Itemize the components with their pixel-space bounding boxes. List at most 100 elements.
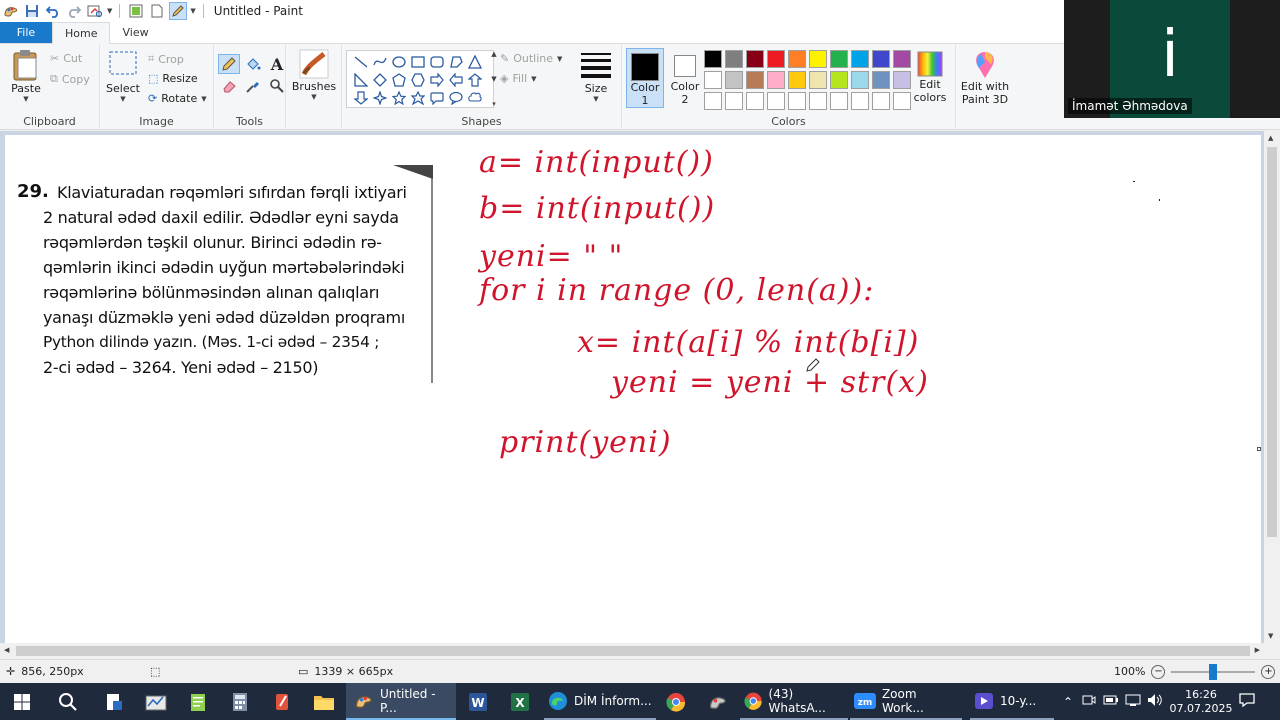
zoom-in-icon[interactable]: + <box>1261 664 1276 679</box>
palette-color-swatch[interactable] <box>893 50 911 68</box>
save-icon[interactable] <box>23 2 41 20</box>
pencil-tool-icon[interactable] <box>218 54 240 74</box>
canvas-resize-handle[interactable] <box>1257 447 1261 451</box>
taskbar-zoom-app[interactable]: zm Zoom Work... <box>850 683 962 720</box>
network-icon[interactable] <box>1122 693 1144 710</box>
palette-color-swatch[interactable] <box>746 92 764 110</box>
chevron-up-icon[interactable]: ▲ <box>1268 134 1273 142</box>
notepad-icon[interactable] <box>178 683 218 720</box>
palette-color-swatch[interactable] <box>746 71 764 89</box>
chrome-icon[interactable] <box>656 683 696 720</box>
cut-button[interactable]: ✂ Cut <box>50 52 82 65</box>
folder-icon[interactable] <box>304 683 344 720</box>
palette-color-swatch[interactable] <box>788 71 806 89</box>
triangle-shape-icon[interactable] <box>465 53 484 71</box>
horizontal-scrollbar[interactable]: ◀ ▶ <box>0 643 1264 659</box>
chevron-down-icon[interactable]: ▼ <box>1268 632 1273 640</box>
tab-home[interactable]: Home <box>52 22 111 44</box>
rounded-callout-icon[interactable] <box>427 89 446 107</box>
magnifier-icon[interactable] <box>266 76 288 96</box>
down-arrow-shape-icon[interactable] <box>351 89 370 107</box>
fill-button[interactable]: ◈ Fill ▼ <box>500 72 537 85</box>
vertical-scrollbar[interactable]: ▲ ▼ <box>1264 131 1280 643</box>
chevron-down-icon[interactable]: ▼ <box>107 7 112 15</box>
clock[interactable]: 16:26 07.07.2025 <box>1170 688 1233 716</box>
paste-button[interactable]: Paste ▼ <box>8 48 44 103</box>
size-button[interactable]: Size ▼ <box>576 50 616 103</box>
word-icon[interactable]: W <box>458 683 498 720</box>
palette-color-swatch[interactable] <box>788 50 806 68</box>
notification-icon[interactable] <box>1232 693 1262 710</box>
rotate-button[interactable]: ⟳ Rotate ▼ <box>148 92 207 105</box>
palette-color-swatch[interactable] <box>830 71 848 89</box>
palette-color-swatch[interactable] <box>830 92 848 110</box>
edit-colors-button[interactable]: Edit colors <box>912 50 948 104</box>
properties-icon[interactable] <box>127 2 145 20</box>
taskbar-edge-app[interactable]: DİM İnform... <box>544 683 656 720</box>
palette-color-swatch[interactable] <box>725 71 743 89</box>
zoom-out-icon[interactable]: − <box>1151 664 1166 679</box>
palette-color-swatch[interactable] <box>872 50 890 68</box>
palette-color-swatch[interactable] <box>872 92 890 110</box>
undo-icon[interactable] <box>44 2 62 20</box>
new-page-icon[interactable] <box>148 2 166 20</box>
color2-button[interactable]: Color 2 <box>666 48 704 108</box>
palette-color-swatch[interactable] <box>704 92 722 110</box>
chevron-up-icon[interactable]: ⌃ <box>1058 695 1078 709</box>
six-point-star-icon[interactable] <box>408 89 427 107</box>
excel-icon[interactable]: X <box>500 683 540 720</box>
palette-color-swatch[interactable] <box>767 71 785 89</box>
crop-button[interactable]: ⌗ Crop <box>148 52 184 66</box>
diamond-shape-icon[interactable] <box>370 71 389 89</box>
pentagon-shape-icon[interactable] <box>389 71 408 89</box>
copy-button[interactable]: ⧉ Copy <box>50 72 90 86</box>
palette-color-swatch[interactable] <box>851 92 869 110</box>
taskbar-whatsapp-app[interactable]: (43) WhatsA... <box>740 683 848 720</box>
right-arrow-shape-icon[interactable] <box>427 71 446 89</box>
left-arrow-shape-icon[interactable] <box>446 71 465 89</box>
color1-button[interactable]: Color 1 <box>626 48 664 108</box>
hexagon-shape-icon[interactable] <box>408 71 427 89</box>
meet-now-icon[interactable] <box>1078 693 1100 710</box>
palette-color-swatch[interactable] <box>809 50 827 68</box>
drawing-canvas[interactable]: 29. Klaviaturadan rəqəmləri sıfırdan fər… <box>5 135 1261 643</box>
taskbar-paint-app[interactable]: Untitled - P... <box>346 683 456 720</box>
eraser-icon[interactable] <box>218 76 240 96</box>
palette-color-swatch[interactable] <box>809 71 827 89</box>
text-tool-icon[interactable]: A <box>266 54 288 74</box>
palette-color-swatch[interactable] <box>851 50 869 68</box>
chevron-right-icon[interactable]: ▶ <box>1255 646 1260 654</box>
expand-gallery-icon[interactable]: ▾ <box>492 100 496 108</box>
tab-file[interactable]: File <box>0 22 52 43</box>
palette-color-swatch[interactable] <box>893 92 911 110</box>
five-point-star-icon[interactable] <box>389 89 408 107</box>
shapes-scroll[interactable]: ▲ ▼ ▾ <box>488 50 500 108</box>
color-picker-icon[interactable] <box>242 76 264 96</box>
customize-qat-icon[interactable]: ▼ <box>190 7 195 15</box>
zoom-slider[interactable] <box>1171 663 1256 680</box>
chevron-left-icon[interactable]: ◀ <box>4 646 9 654</box>
redo-icon[interactable] <box>65 2 83 20</box>
up-arrow-shape-icon[interactable] <box>465 71 484 89</box>
oval-callout-icon[interactable] <box>446 89 465 107</box>
rectangle-shape-icon[interactable] <box>408 53 427 71</box>
volume-icon[interactable] <box>1144 693 1166 710</box>
select-button[interactable]: Select ▼ <box>106 50 140 103</box>
palette-color-swatch[interactable] <box>704 50 722 68</box>
horizontal-scroll-thumb[interactable] <box>16 646 1250 656</box>
palette-color-swatch[interactable] <box>893 71 911 89</box>
palette-color-swatch[interactable] <box>872 71 890 89</box>
paint-app-icon[interactable] <box>2 2 20 20</box>
file-manager-icon[interactable] <box>94 683 134 720</box>
oval-shape-icon[interactable] <box>389 53 408 71</box>
windows-start-icon[interactable] <box>0 683 44 720</box>
polygon-shape-icon[interactable] <box>446 53 465 71</box>
palette-color-swatch[interactable] <box>851 71 869 89</box>
cloud-callout-icon[interactable] <box>465 89 484 107</box>
palette-color-swatch[interactable] <box>809 92 827 110</box>
edit-with-paint3d-button[interactable]: Edit with Paint 3D <box>958 50 1012 106</box>
paint-brush-app-icon[interactable] <box>698 683 738 720</box>
brushes-button[interactable]: Brushes ▼ <box>292 48 336 101</box>
palette-color-swatch[interactable] <box>767 50 785 68</box>
battery-icon[interactable] <box>1100 694 1122 709</box>
